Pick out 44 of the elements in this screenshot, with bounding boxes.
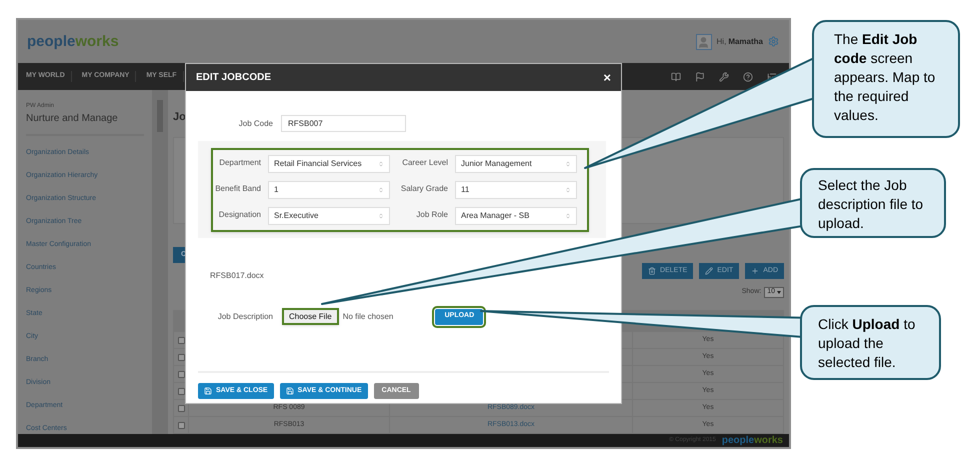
peopleworks-logo: peopleworks (27, 32, 119, 50)
greeting: Hi, (716, 36, 726, 48)
pencil-icon (705, 267, 714, 275)
file-status: No file chosen (342, 310, 394, 322)
select-field[interactable]: Junior Management (455, 155, 577, 173)
tools-icon[interactable] (719, 72, 729, 82)
row-checkbox[interactable] (178, 422, 184, 428)
trash-icon (648, 267, 656, 275)
dialog-title: EDIT JOBCODE (196, 71, 272, 85)
choose-file-button[interactable]: Choose File (282, 308, 339, 325)
job-code-input[interactable]: RFSB007 (281, 115, 406, 132)
callout-text: The Edit Job code screen appears. Map to the required values. (834, 31, 936, 123)
row-checkbox[interactable] (178, 354, 184, 360)
row-checkbox[interactable] (178, 336, 184, 344)
callout-text: Select the Job description file to upload. (818, 177, 924, 231)
callout-text: Click Upload to upload the selected file. (818, 316, 916, 370)
page-title: Jo (173, 110, 186, 125)
field-label: Benefit Band (214, 184, 261, 194)
row-checkbox[interactable] (178, 404, 184, 412)
field-label: Job Description (216, 310, 273, 322)
field-label: Salary Grade (400, 184, 448, 194)
settings-icon[interactable] (768, 36, 779, 47)
close-button[interactable]: × (603, 71, 611, 84)
field-label: Designation (218, 210, 261, 220)
flag-icon[interactable] (695, 72, 705, 82)
select-field[interactable]: Area Manager - SB (455, 207, 577, 225)
row-checkbox[interactable] (178, 370, 184, 378)
peopleworks-logo: peopleworks (722, 434, 783, 448)
field-label: Job Role (415, 210, 448, 220)
user-name: Mamatha (728, 36, 763, 48)
file-name: RFSB017.docx (210, 270, 264, 282)
plus-icon (751, 267, 760, 275)
select-field[interactable]: Sr.Executive (268, 207, 390, 225)
row-checkbox[interactable] (178, 388, 184, 394)
select-field[interactable]: 11 (455, 181, 577, 199)
field-label: Career Level (401, 158, 448, 168)
select-field[interactable]: 1 (268, 181, 390, 199)
help-icon[interactable] (743, 72, 753, 82)
field-label: Job Code (238, 118, 273, 130)
sidebar-title: Nurture and Manage (26, 111, 144, 136)
dropdown-arrow-icon (777, 291, 781, 294)
field-label: Department (218, 158, 261, 168)
select-field[interactable]: Retail Financial Services (268, 155, 390, 173)
book-icon[interactable] (671, 72, 681, 82)
